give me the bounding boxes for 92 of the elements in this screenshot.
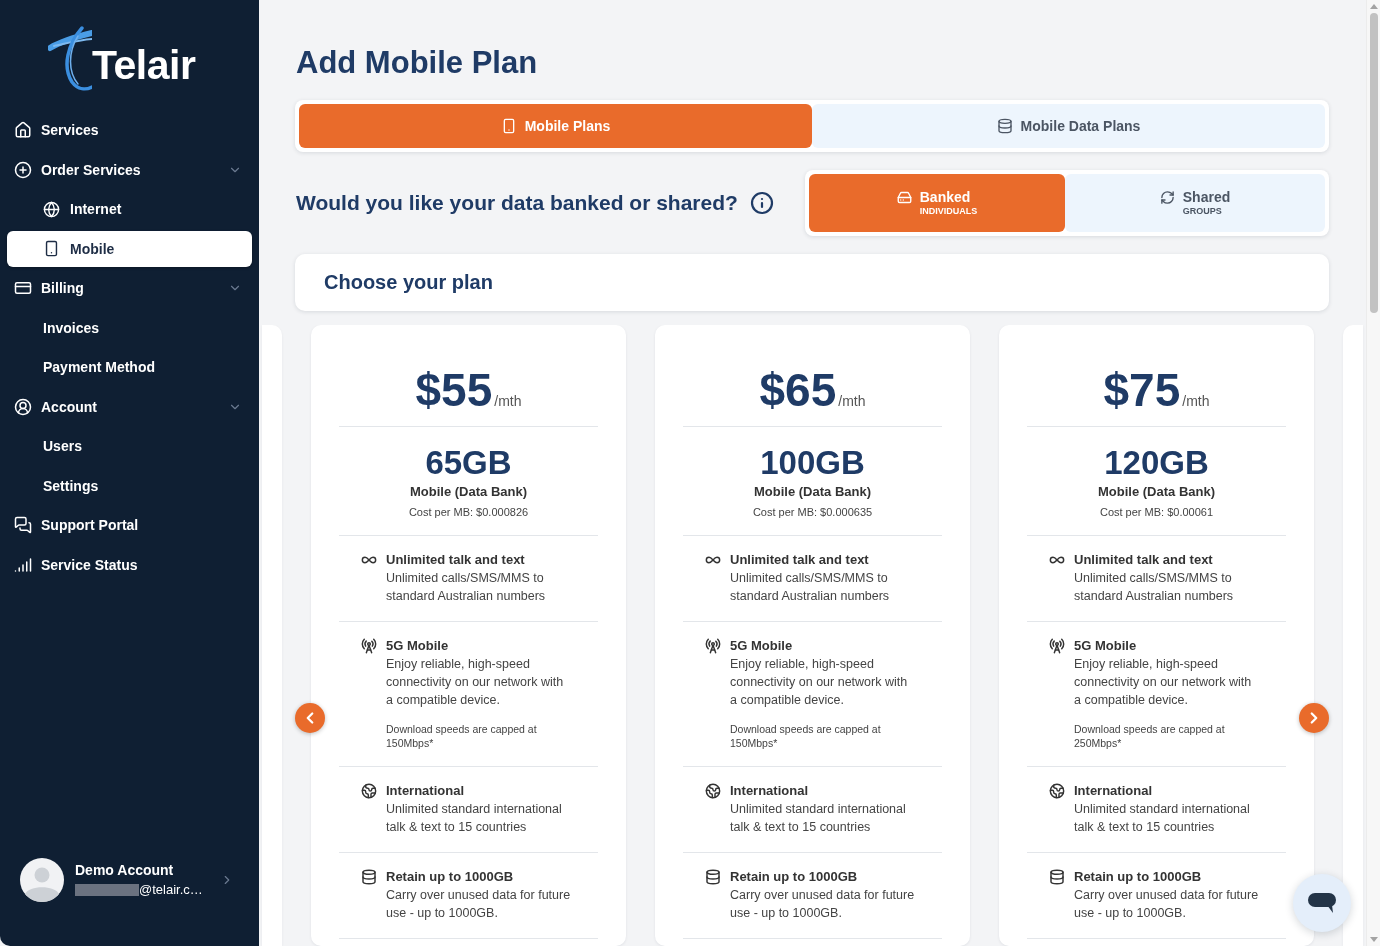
nav-item[interactable]: Payment Method bbox=[7, 349, 252, 385]
feature-title: 5G Mobile bbox=[730, 637, 794, 655]
database-icon bbox=[996, 118, 1013, 134]
phone-icon bbox=[43, 240, 60, 257]
refresh-icon bbox=[1159, 189, 1175, 205]
logo-text: Telair bbox=[92, 44, 196, 86]
info-icon[interactable] bbox=[749, 191, 774, 215]
database-icon bbox=[1049, 869, 1065, 885]
feature-description: Unlimited calls/SMS/MMS to standard Australian numbers bbox=[730, 570, 891, 605]
antenna-icon bbox=[361, 638, 377, 654]
feature-title: 5G Mobile bbox=[1074, 637, 1138, 655]
plan-type: Mobile (Data Bank) bbox=[410, 483, 527, 501]
section-title: Choose your plan bbox=[324, 271, 493, 294]
plan-price: $55 bbox=[415, 365, 493, 415]
home-icon bbox=[14, 121, 32, 139]
database-icon bbox=[705, 869, 721, 885]
plan-type: Mobile (Data Bank) bbox=[754, 483, 871, 501]
chat-bubble-icon bbox=[1308, 893, 1336, 913]
feature-title: Unlimited talk and text bbox=[730, 551, 870, 569]
cost-per-mb: Cost per MB: $0.00061 bbox=[1099, 505, 1214, 520]
data-allowance: 65GB bbox=[425, 443, 512, 483]
nav-item[interactable]: Mobile bbox=[7, 230, 252, 267]
scrollbar[interactable] bbox=[1366, 0, 1380, 946]
database-icon bbox=[361, 869, 377, 885]
data-allowance: 120GB bbox=[1104, 443, 1209, 483]
caret-up-icon[interactable] bbox=[1369, 4, 1378, 9]
nav-item[interactable]: Billing bbox=[7, 270, 252, 306]
toggle-option[interactable]: Shared GROUPS bbox=[1065, 174, 1325, 232]
feature-description: Carry over unused data for future use - up to 1000GB. bbox=[1074, 887, 1260, 922]
nav-item[interactable]: Services bbox=[7, 112, 252, 148]
feature-title: Retain up to 1000GB bbox=[386, 868, 515, 886]
chat-bubbles-icon bbox=[14, 516, 32, 534]
user-name: Demo Account bbox=[75, 862, 175, 879]
signal-bars-icon bbox=[14, 555, 32, 574]
carousel-next-button[interactable] bbox=[1299, 703, 1329, 733]
feature-title: Unlimited talk and text bbox=[386, 551, 526, 569]
globe-icon bbox=[43, 200, 60, 218]
feature-note: Download speeds are capped at 250Mbps* bbox=[1074, 722, 1226, 750]
nav-item[interactable]: Order Services bbox=[7, 151, 252, 188]
feature-title: Unlimited talk and text bbox=[1074, 551, 1214, 569]
cost-per-mb: Cost per MB: $0.000826 bbox=[408, 505, 529, 520]
globe-icon bbox=[1049, 783, 1065, 799]
feature-description: Carry over unused data for future use - up to 1000GB. bbox=[730, 887, 916, 922]
feature-description: Enjoy reliable, high-speed connectivity on our network with a compatible device. bbox=[1074, 656, 1253, 709]
nav-item[interactable]: Account bbox=[7, 388, 252, 425]
feature-title: Retain up to 1000GB bbox=[1074, 868, 1203, 886]
feature-description: Unlimited calls/SMS/MMS to standard Australian numbers bbox=[1074, 570, 1235, 605]
globe-icon bbox=[705, 783, 721, 799]
feature-description: Unlimited standard international talk & text to 15 countries bbox=[730, 801, 907, 836]
feature-note: Download speeds are capped at 150Mbps* bbox=[730, 722, 882, 750]
feature-description: Carry over unused data for future use - up to 1000GB. bbox=[386, 887, 572, 922]
feature-note: Download speeds are capped at 150Mbps* bbox=[386, 722, 538, 750]
redaction-block bbox=[75, 884, 139, 896]
plan-price: $65 bbox=[759, 365, 837, 415]
plan-price: $75 bbox=[1103, 365, 1181, 415]
feature-description: Unlimited standard international talk & text to 15 countries bbox=[1074, 801, 1251, 836]
nav-item[interactable]: Invoices bbox=[7, 309, 252, 346]
user-circle-icon bbox=[14, 397, 32, 416]
antenna-icon bbox=[1049, 638, 1065, 654]
avatar-icon bbox=[20, 858, 64, 902]
antenna-icon bbox=[705, 638, 721, 654]
drive-icon bbox=[896, 189, 912, 205]
carousel-prev-button[interactable] bbox=[295, 703, 325, 733]
feature-title: International bbox=[1074, 782, 1153, 800]
feature-description: Unlimited standard international talk & text to 15 countries bbox=[386, 801, 563, 836]
price-period: /mth bbox=[494, 393, 522, 409]
nav-item[interactable]: Service Status bbox=[7, 546, 252, 583]
data-allowance: 100GB bbox=[760, 443, 865, 483]
feature-description: Enjoy reliable, high-speed connectivity on our network with a compatible device. bbox=[386, 656, 565, 709]
feature-title: International bbox=[730, 782, 809, 800]
question-text: Would you like your data banked or shared? bbox=[296, 190, 738, 216]
feature-description: Enjoy reliable, high-speed connectivity on our network with a compatible device. bbox=[730, 656, 909, 709]
price-period: /mth bbox=[1182, 393, 1210, 409]
price-period: /mth bbox=[838, 393, 866, 409]
tab[interactable]: Mobile Data Plans bbox=[812, 104, 1325, 148]
cost-per-mb: Cost per MB: $0.000635 bbox=[752, 505, 873, 520]
feature-title: Retain up to 1000GB bbox=[730, 868, 859, 886]
globe-icon bbox=[361, 783, 377, 799]
plan-type: Mobile (Data Bank) bbox=[1098, 483, 1215, 501]
scrollbar-thumb[interactable] bbox=[1369, 13, 1378, 313]
credit-card-icon bbox=[14, 279, 32, 297]
feature-title: 5G Mobile bbox=[386, 637, 450, 655]
plus-circle-icon bbox=[14, 160, 32, 179]
page-title: Add Mobile Plan bbox=[295, 44, 538, 82]
nav-item[interactable]: Users bbox=[7, 428, 252, 464]
nav-item[interactable]: Support Portal bbox=[7, 507, 252, 543]
user-email: @telair.c… bbox=[139, 882, 203, 898]
feature-title: International bbox=[386, 782, 465, 800]
nav-item[interactable]: Settings bbox=[7, 467, 252, 504]
feature-description: Unlimited calls/SMS/MMS to standard Australian numbers bbox=[386, 570, 547, 605]
nav-item[interactable]: Internet bbox=[7, 191, 252, 227]
caret-down-icon[interactable] bbox=[1369, 937, 1378, 942]
